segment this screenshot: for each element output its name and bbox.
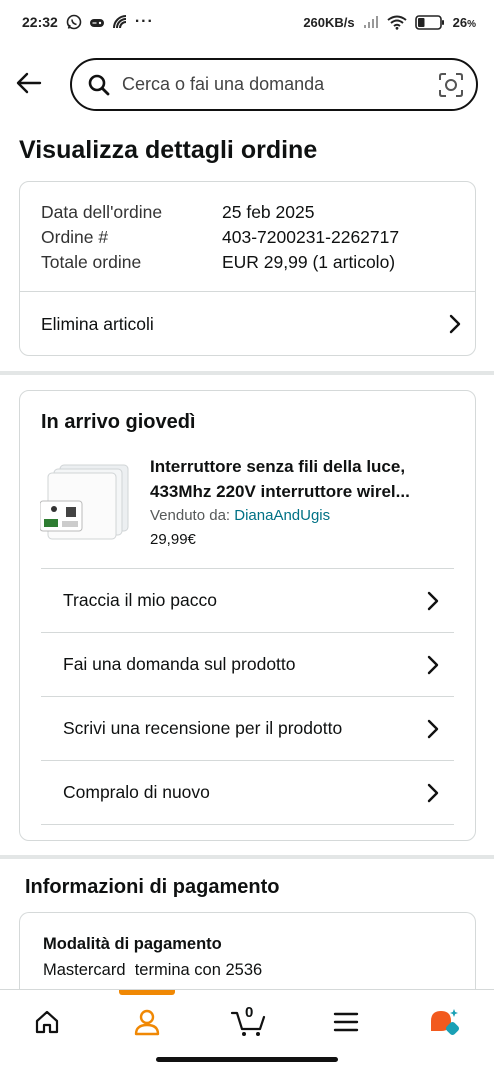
action-label: Compralo di nuovo <box>63 782 210 802</box>
product-price: 29,99€ <box>150 531 196 548</box>
payment-section-title: Informazioni di pagamento <box>25 876 280 898</box>
gesture-home-bar[interactable] <box>156 1057 338 1062</box>
active-tab-indicator <box>119 990 175 995</box>
notification-icons: ··· <box>66 13 154 31</box>
ask-product-question-link[interactable]: Fai una domanda sul prodotto <box>63 633 439 696</box>
arrow-left-icon <box>16 72 42 94</box>
order-total-value: EUR 29,99 (1 articolo) <box>222 252 396 272</box>
product-title-link[interactable]: Interruttore senza fili della luce, 433M… <box>150 454 460 504</box>
more-notifications-icon: ··· <box>134 13 154 30</box>
section-separator <box>0 371 494 375</box>
status-right: 260KB/s 26% <box>303 15 476 30</box>
product-title-line2: 433Mhz 220V interruttore wirel... <box>150 482 410 501</box>
write-review-link[interactable]: Scrivi una recensione per il prodotto <box>63 697 439 760</box>
track-package-link[interactable]: Traccia il mio pacco <box>63 569 439 632</box>
home-icon <box>35 1010 59 1034</box>
chevron-right-icon <box>427 591 439 610</box>
seller-link[interactable]: DianaAndUgis <box>234 507 330 524</box>
wifi-calling-icon <box>112 15 126 29</box>
nav-account[interactable] <box>127 1004 167 1040</box>
order-date-value: 25 feb 2025 <box>222 202 315 222</box>
order-total-label: Totale ordine <box>41 252 142 272</box>
order-number-value: 403-7200231-2262717 <box>222 227 400 247</box>
back-button[interactable] <box>12 66 46 100</box>
camera-search-icon[interactable] <box>438 72 464 98</box>
order-date-row: Data dell'ordine 25 feb 2025 <box>41 202 314 223</box>
user-icon <box>134 1009 160 1036</box>
section-separator <box>0 855 494 859</box>
nav-cart[interactable]: 0 <box>226 1004 270 1040</box>
nav-home[interactable] <box>27 1004 67 1040</box>
signal-icon <box>363 16 378 28</box>
order-date-label: Data dell'ordine <box>41 202 163 222</box>
sold-by-label: Venduto da: <box>150 507 231 524</box>
network-speed: 260KB/s <box>303 14 355 30</box>
product-image[interactable] <box>40 461 132 541</box>
page-title: Visualizza dettagli ordine <box>19 136 318 164</box>
game-controller-icon <box>89 19 104 27</box>
seller-info: Venduto da: DianaAndUgis <box>150 507 330 524</box>
menu-icon <box>333 1012 359 1032</box>
ai-assistant-icon <box>431 1009 460 1036</box>
whatsapp-icon <box>66 14 82 30</box>
search-input[interactable] <box>122 74 438 95</box>
wifi-icon <box>387 15 407 30</box>
status-time: 22:32 <box>22 14 58 30</box>
payment-method-label: Modalità di pagamento <box>43 935 222 953</box>
payment-method-value: Mastercard termina con 2536 <box>43 961 263 979</box>
chevron-right-icon <box>427 719 439 738</box>
action-label: Scrivi una recensione per il prodotto <box>63 718 343 738</box>
delivery-status-title: In arrivo giovedì <box>41 411 196 433</box>
chevron-right-icon <box>427 655 439 674</box>
order-total-row: Totale ordine EUR 29,99 (1 articolo) <box>41 252 395 273</box>
chevron-right-icon <box>427 783 439 802</box>
delivery-card: In arrivo giovedì Interruttore senza fil… <box>19 390 476 841</box>
nav-menu[interactable] <box>326 1004 366 1040</box>
chevron-right-icon <box>449 314 461 334</box>
order-number-row: Ordine # 403-7200231-2262717 <box>41 227 399 248</box>
order-number-label: Ordine # <box>41 227 109 247</box>
buy-again-link[interactable]: Compralo di nuovo <box>63 761 439 824</box>
product-title-line1: Interruttore senza fili della luce, <box>150 457 406 476</box>
divider <box>41 824 454 825</box>
search-bar[interactable] <box>70 58 478 111</box>
nav-rufus-assistant[interactable] <box>424 1004 464 1040</box>
battery-level: 26% <box>452 14 476 30</box>
battery-icon <box>414 14 444 30</box>
search-header <box>0 56 494 112</box>
delete-items-link[interactable]: Elimina articoli <box>41 292 461 356</box>
search-icon <box>88 74 110 95</box>
delete-items-label: Elimina articoli <box>41 313 154 334</box>
order-summary-card: Data dell'ordine 25 feb 2025 Ordine # 40… <box>19 181 476 356</box>
action-label: Fai una domanda sul prodotto <box>63 654 296 674</box>
status-bar: 22:32 ··· 260KB/s 26% <box>0 0 494 44</box>
action-label: Traccia il mio pacco <box>63 590 217 610</box>
cart-count-badge: 0 <box>245 1004 254 1021</box>
